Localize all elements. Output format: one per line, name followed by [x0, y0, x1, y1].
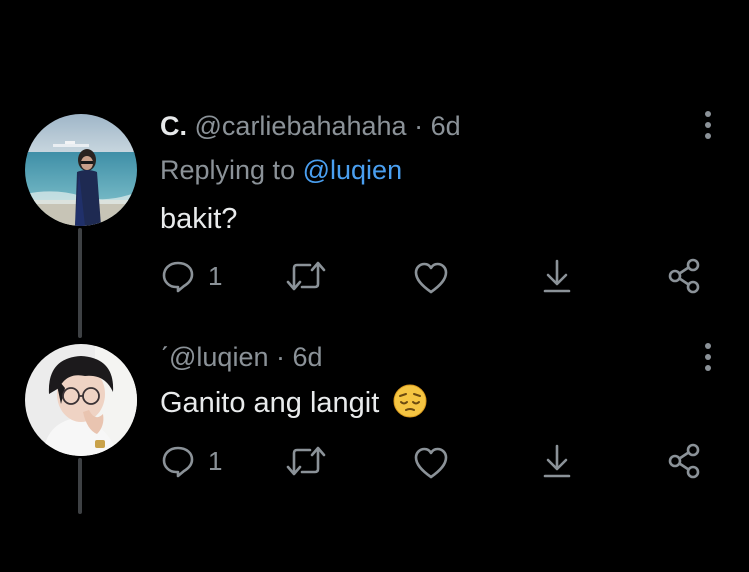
- reply-button[interactable]: 1: [160, 256, 222, 296]
- reply-button[interactable]: 1: [160, 441, 222, 481]
- reply-count: 1: [208, 260, 223, 291]
- separator: ·: [276, 342, 285, 372]
- handle[interactable]: @luqien: [169, 342, 268, 372]
- replying-to: Replying to @luqien: [160, 153, 402, 187]
- avatar[interactable]: [25, 344, 137, 456]
- replying-to-link[interactable]: @luqien: [303, 155, 402, 185]
- thread-line-lower: [78, 458, 82, 514]
- reply-header: C. @carliebahahaha · 6d: [160, 109, 461, 143]
- display-name[interactable]: ˊ: [160, 342, 169, 372]
- more-options-button[interactable]: [696, 108, 720, 142]
- reply-header: ˊ@luqien · 6d: [160, 340, 323, 374]
- share-button[interactable]: [666, 256, 702, 296]
- retweet-icon: [286, 446, 326, 476]
- more-vertical-icon: [705, 343, 711, 371]
- retweet-button[interactable]: [286, 256, 326, 296]
- download-icon: [543, 259, 571, 293]
- reply-text: bakit?: [160, 203, 238, 235]
- pensive-face-emoji-icon: [393, 384, 427, 427]
- more-options-button[interactable]: [696, 340, 720, 374]
- download-button[interactable]: [540, 441, 574, 481]
- download-button[interactable]: [540, 256, 574, 296]
- reply-count: 1: [208, 445, 223, 476]
- beach-photo-avatar-icon: [25, 114, 137, 226]
- avatar[interactable]: [25, 114, 137, 226]
- comment-icon: [162, 261, 194, 293]
- replying-to-label: Replying to: [160, 155, 296, 185]
- timestamp[interactable]: 6d: [293, 342, 323, 372]
- thread-line-upper: [78, 228, 82, 338]
- reply-text-row: Ganito ang langit: [160, 384, 427, 427]
- reply-text: Ganito ang langit: [160, 387, 380, 419]
- like-button[interactable]: [413, 258, 449, 298]
- comment-icon: [162, 446, 194, 478]
- display-name[interactable]: C.: [160, 111, 187, 141]
- person-with-glasses-avatar-icon: [25, 344, 137, 456]
- timestamp[interactable]: 6d: [431, 111, 461, 141]
- handle[interactable]: @carliebahahaha: [195, 111, 407, 141]
- like-button[interactable]: [413, 443, 449, 483]
- retweet-button[interactable]: [286, 441, 326, 481]
- more-vertical-icon: [705, 111, 711, 139]
- heart-icon: [414, 262, 448, 294]
- share-icon: [668, 258, 700, 294]
- download-icon: [543, 444, 571, 478]
- share-icon: [668, 443, 700, 479]
- retweet-icon: [286, 261, 326, 291]
- share-button[interactable]: [666, 441, 702, 481]
- heart-icon: [414, 447, 448, 479]
- separator: ·: [414, 111, 424, 141]
